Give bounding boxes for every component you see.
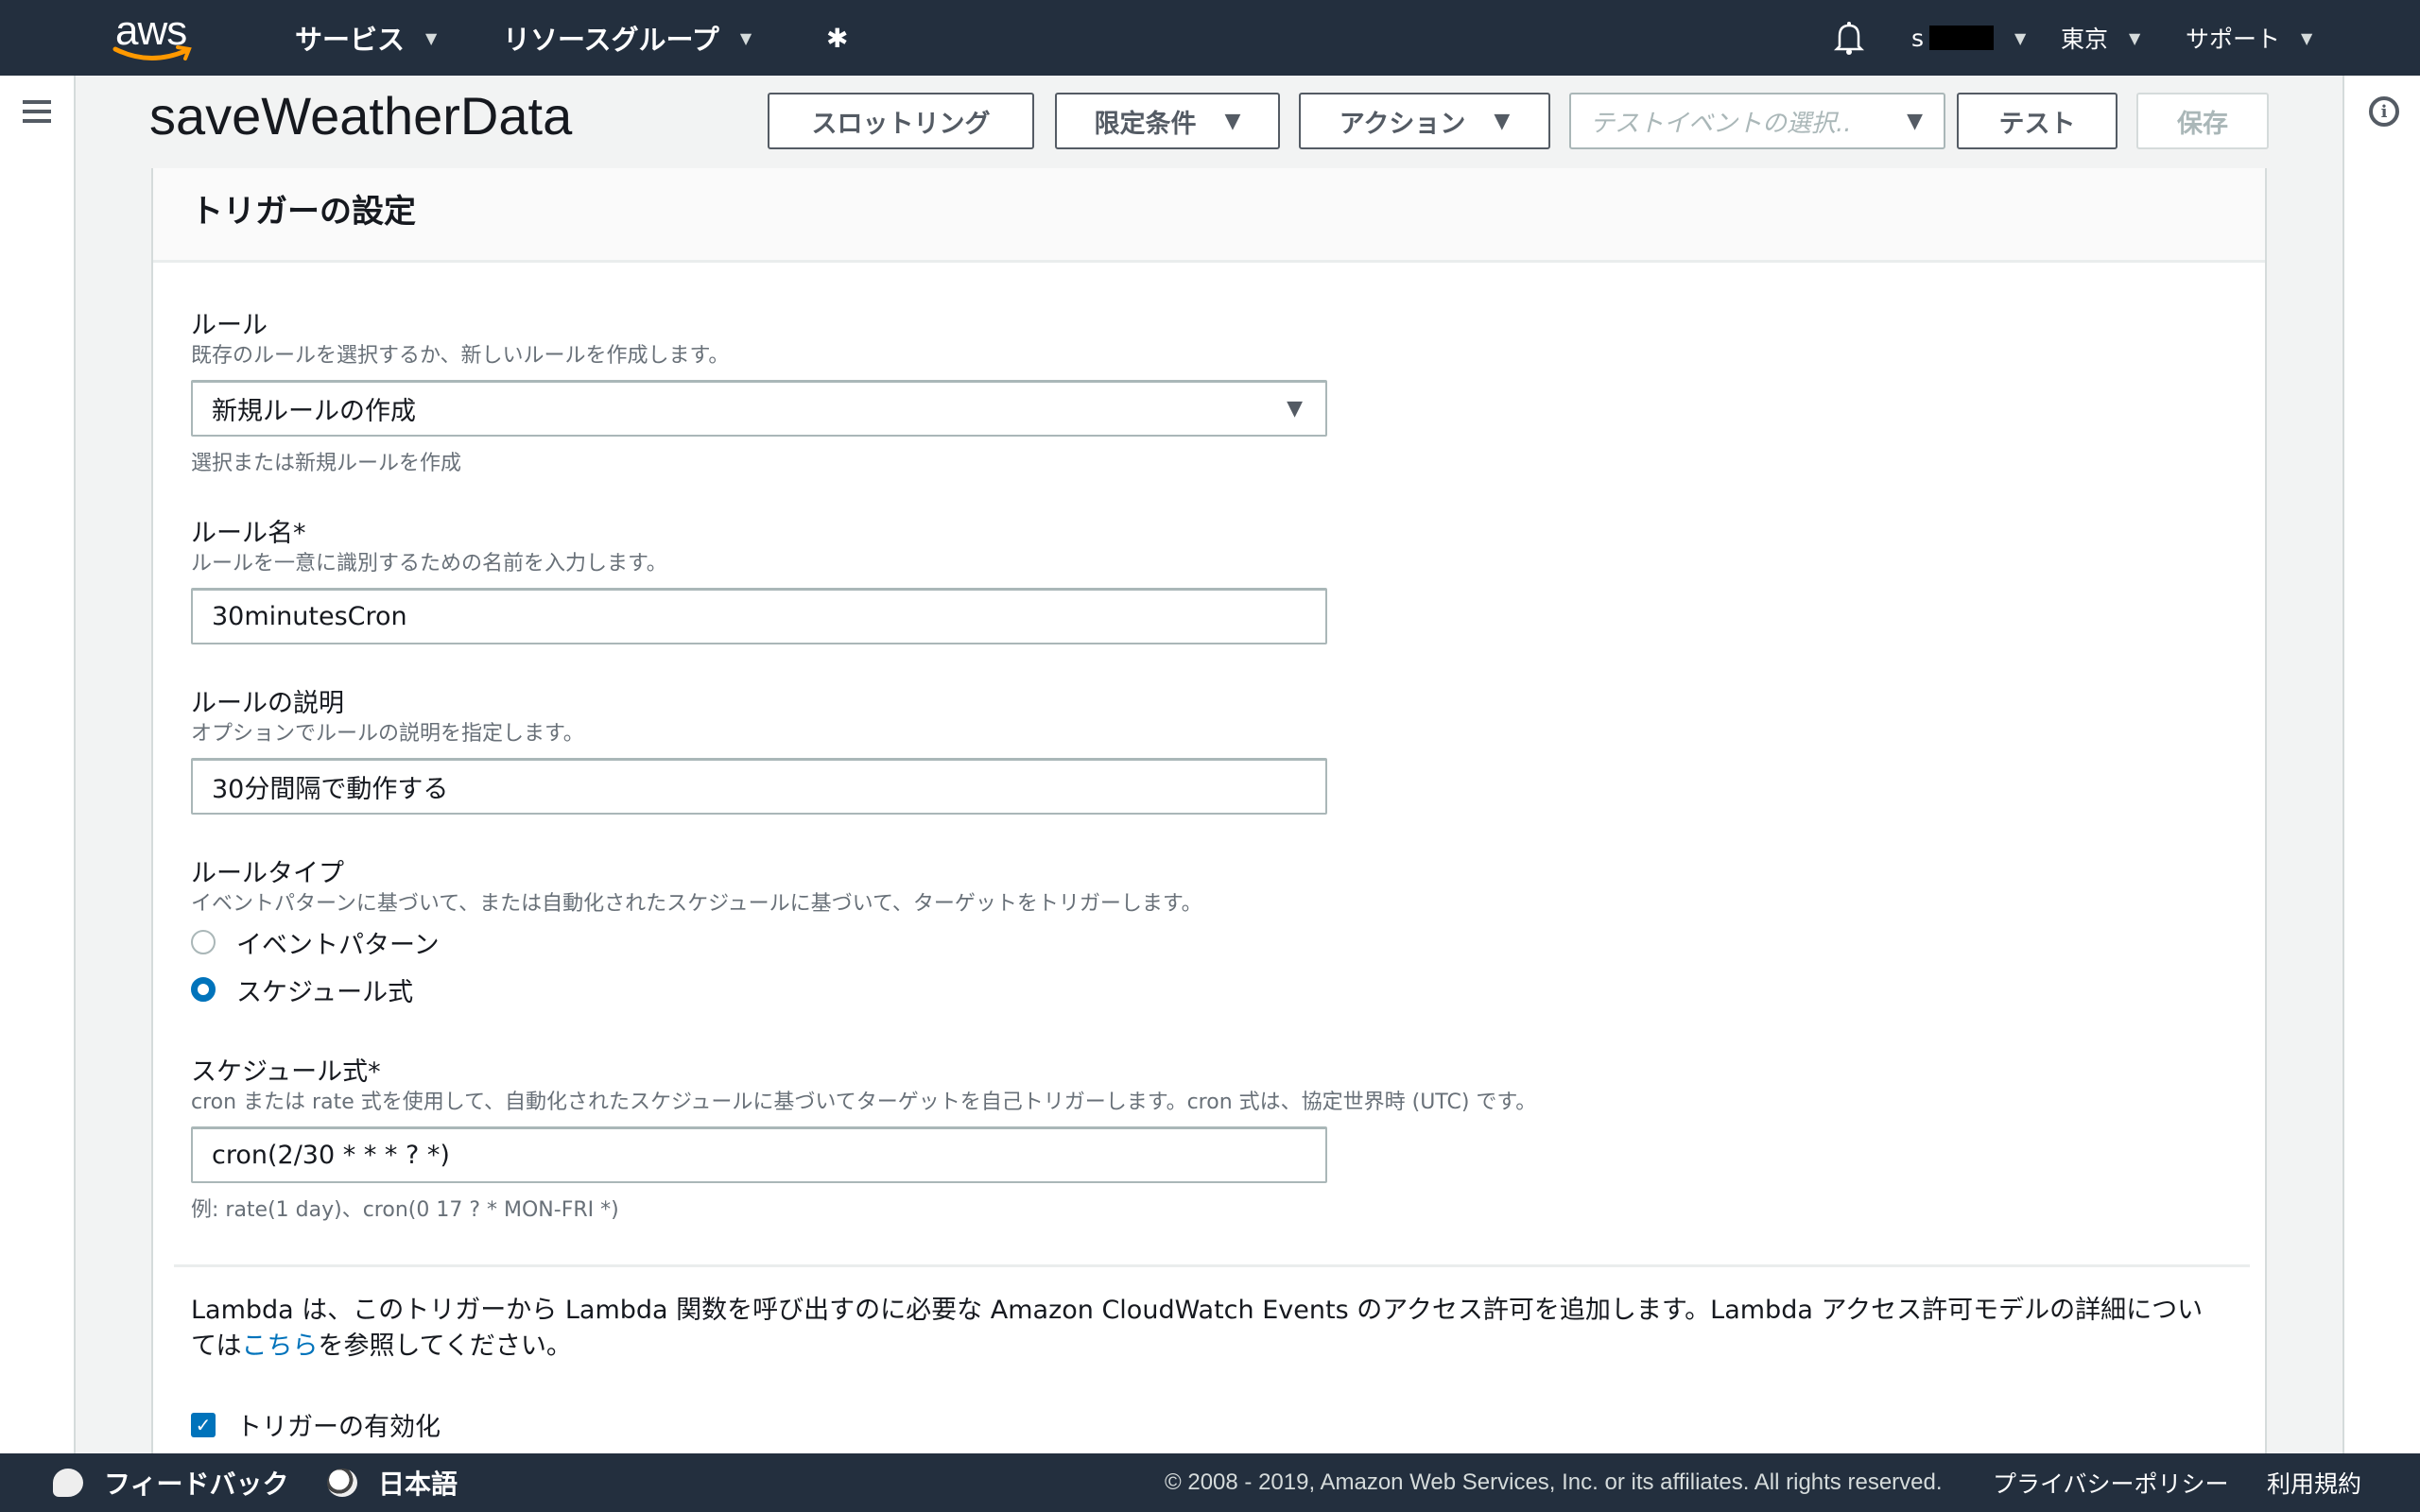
feedback-link[interactable]: フィードバック bbox=[53, 1453, 288, 1512]
actions-dropdown[interactable]: アクション ▼ bbox=[1299, 93, 1550, 149]
test-event-placeholder: テストイベントの選択.. bbox=[1590, 109, 1852, 138]
enable-trigger-label: トリガーの有効化 bbox=[236, 1413, 441, 1442]
radio-button[interactable] bbox=[191, 930, 216, 954]
right-info-rail: i bbox=[2342, 76, 2420, 1453]
resource-groups-label: リソースグループ bbox=[503, 24, 719, 56]
region-label: 東京 bbox=[2061, 26, 2109, 53]
note-text-after: を参照してください。 bbox=[318, 1332, 572, 1361]
rule-description-value: 30分間隔で動作する bbox=[212, 775, 449, 804]
radio-event-pattern[interactable]: イベントパターン bbox=[191, 919, 1202, 966]
panel-title: トリガーの設定 bbox=[191, 193, 416, 231]
language-label: 日本語 bbox=[378, 1469, 458, 1500]
rule-name-input[interactable]: 30minutesCron bbox=[191, 588, 1327, 644]
schedule-label: スケジュール式* bbox=[191, 1057, 381, 1087]
test-label: テスト bbox=[1998, 109, 2076, 139]
schedule-example: 例: rate(1 day)、cron(0 17 ? * MON-FRI *) bbox=[191, 1198, 619, 1222]
rule-selected-value: 新規ルールの作成 bbox=[212, 397, 416, 426]
services-menu[interactable]: サービス ▼ bbox=[295, 17, 437, 59]
dropdown-triangle-icon: ▼ bbox=[1494, 109, 1511, 133]
qualifiers-dropdown[interactable]: 限定条件 ▼ bbox=[1055, 93, 1280, 149]
enable-trigger-checkbox[interactable]: ✓ bbox=[191, 1412, 216, 1437]
redacted-account bbox=[1929, 26, 1995, 50]
notifications-bell-icon[interactable] bbox=[1834, 17, 1864, 59]
rule-name-label: ルール名* bbox=[191, 519, 306, 548]
dropdown-triangle-icon: ▼ bbox=[1224, 109, 1241, 133]
chevron-down-icon: ▼ bbox=[2129, 28, 2141, 47]
rule-hint: 選択または新規ルールを作成 bbox=[191, 452, 462, 475]
rule-type-description: イベントパターンに基づいて、または自動化されたスケジュールに基づいて、ターゲット… bbox=[191, 892, 1202, 916]
rule-description: 既存のルールを選択するか、新しいルールを作成します。 bbox=[191, 344, 730, 368]
save-label: 保存 bbox=[2177, 109, 2228, 139]
region-menu[interactable]: 東京 ▼ bbox=[2061, 17, 2140, 59]
globe-icon bbox=[327, 1469, 357, 1497]
rule-description-input[interactable]: 30分間隔で動作する bbox=[191, 758, 1327, 815]
aws-logo[interactable]: aws bbox=[112, 8, 197, 64]
rule-type-field: ルールタイプ イベントパターンに基づいて、または自動化されたスケジュールに基づい… bbox=[191, 858, 1202, 1013]
chevron-down-icon: ▼ bbox=[2014, 28, 2027, 47]
top-navigation-bar: aws サービス ▼ リソースグループ ▼ ✱ s ▼ 東京 ▼ サポート ▼ bbox=[0, 0, 2420, 76]
permission-note: Lambda は、このトリガーから Lambda 関数を呼び出すのに必要な Am… bbox=[191, 1293, 2214, 1365]
page-title: saveWeatherData bbox=[149, 86, 573, 146]
radio-schedule-expression[interactable]: スケジュール式 bbox=[191, 966, 1202, 1013]
schedule-expression-value: cron(2/30 * * * ? *) bbox=[212, 1141, 450, 1170]
throttling-label: スロットリング bbox=[811, 109, 991, 139]
enable-trigger-option[interactable]: ✓ トリガーの有効化 bbox=[191, 1406, 441, 1443]
panel-header: トリガーの設定 bbox=[153, 168, 2265, 263]
save-button[interactable]: 保存 bbox=[2136, 93, 2269, 149]
language-selector[interactable]: 日本語 bbox=[327, 1453, 458, 1512]
rule-select[interactable]: 新規ルールの作成 ▼ bbox=[191, 380, 1327, 437]
services-label: サービス bbox=[295, 24, 406, 56]
terms-link[interactable]: 利用規約 bbox=[2267, 1453, 2361, 1512]
schedule-description: cron または rate 式を使用して、自動化されたスケジュールに基づいてター… bbox=[191, 1091, 1537, 1114]
chevron-down-icon: ▼ bbox=[739, 28, 752, 47]
copyright-text: © 2008 - 2019, Amazon Web Services, Inc.… bbox=[1165, 1469, 1943, 1495]
account-name: s bbox=[1911, 24, 1925, 52]
hamburger-menu-icon[interactable] bbox=[23, 100, 51, 123]
info-icon[interactable]: i bbox=[2369, 96, 2399, 127]
rule-name-description: ルールを一意に識別するための名前を入力します。 bbox=[191, 552, 667, 576]
account-menu[interactable]: s ▼ bbox=[1911, 17, 2026, 59]
schedule-expression-field: スケジュール式* cron または rate 式を使用して、自動化されたスケジュ… bbox=[191, 1057, 1536, 1223]
actions-label: アクション bbox=[1339, 109, 1466, 139]
test-button[interactable]: テスト bbox=[1957, 93, 2118, 149]
chevron-down-icon: ▼ bbox=[2301, 28, 2313, 47]
radio-label: スケジュール式 bbox=[236, 977, 414, 1007]
rule-name-value: 30minutesCron bbox=[212, 602, 407, 631]
speech-bubble-icon bbox=[53, 1469, 83, 1497]
qualifiers-label: 限定条件 bbox=[1094, 109, 1197, 139]
feedback-label: フィードバック bbox=[104, 1469, 289, 1500]
aws-smile-icon bbox=[112, 45, 192, 61]
rule-description-label: ルールの説明 bbox=[191, 689, 344, 718]
schedule-expression-input[interactable]: cron(2/30 * * * ? *) bbox=[191, 1126, 1327, 1183]
dropdown-triangle-icon: ▼ bbox=[1907, 109, 1923, 133]
rule-label: ルール bbox=[191, 311, 268, 340]
footer-bar: フィードバック 日本語 © 2008 - 2019, Amazon Web Se… bbox=[0, 1453, 2420, 1512]
details-link[interactable]: こちら bbox=[241, 1332, 318, 1361]
rule-type-label: ルールタイプ bbox=[191, 859, 344, 888]
rule-name-field: ルール名* ルールを一意に識別するための名前を入力します。 30minutesC… bbox=[191, 518, 1327, 644]
throttling-button[interactable]: スロットリング bbox=[768, 93, 1034, 149]
pin-icon[interactable]: ✱ bbox=[826, 17, 848, 59]
support-label: サポート bbox=[2186, 26, 2281, 53]
radio-button[interactable] bbox=[191, 977, 216, 1002]
section-divider bbox=[174, 1264, 2250, 1267]
resource-groups-menu[interactable]: リソースグループ ▼ bbox=[503, 17, 752, 59]
rule-description-field: ルールの説明 オプションでルールの説明を指定します。 30分間隔で動作する bbox=[191, 688, 1327, 815]
radio-label: イベントパターン bbox=[236, 930, 440, 960]
left-sidebar-rail bbox=[0, 76, 76, 1453]
chevron-down-icon: ▼ bbox=[425, 28, 438, 47]
support-menu[interactable]: サポート ▼ bbox=[2186, 17, 2312, 59]
test-event-select[interactable]: テストイベントの選択.. ▼ bbox=[1569, 93, 1945, 149]
rule-field: ルール 既存のルールを選択するか、新しいルールを作成します。 新規ルールの作成 … bbox=[191, 310, 1327, 476]
trigger-config-panel: トリガーの設定 ルール 既存のルールを選択するか、新しいルールを作成します。 新… bbox=[151, 168, 2267, 1453]
dropdown-triangle-icon: ▼ bbox=[1287, 397, 1303, 421]
privacy-policy-link[interactable]: プライバシーポリシー bbox=[1993, 1453, 2229, 1512]
rule-description-help: オプションでルールの説明を指定します。 bbox=[191, 722, 584, 746]
